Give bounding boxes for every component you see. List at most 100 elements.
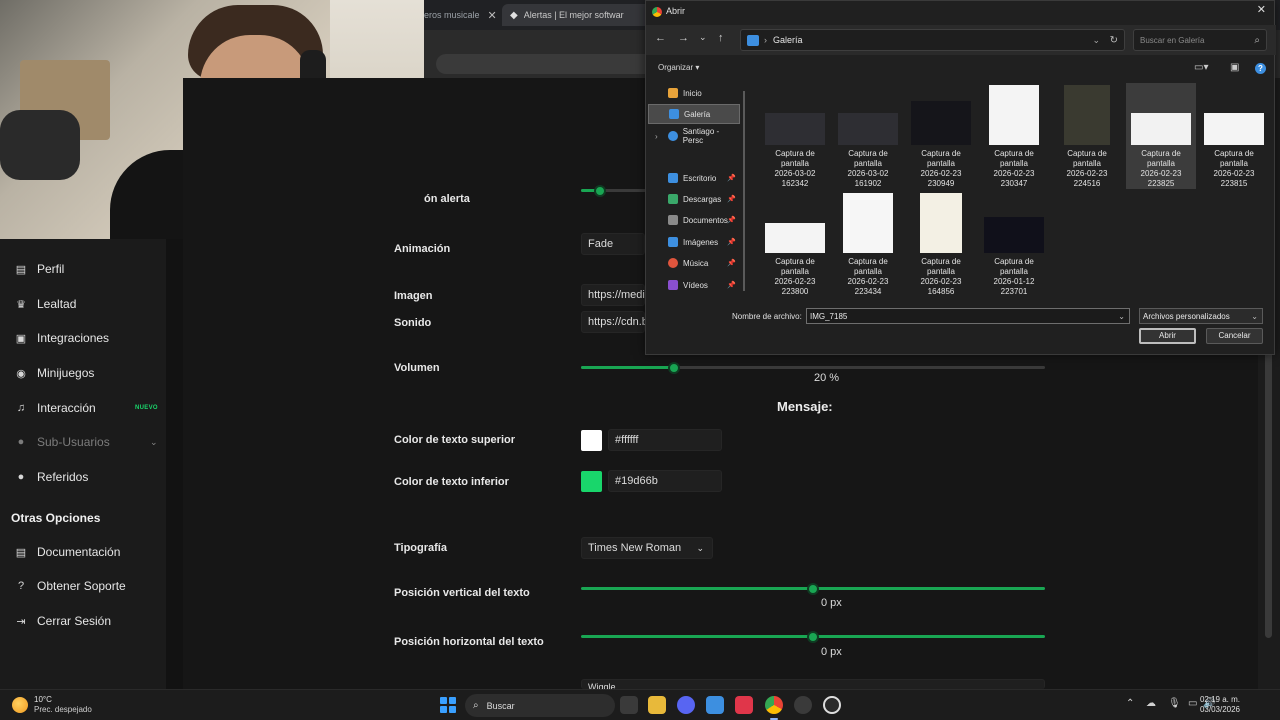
sidebar-item-sub-usuarios[interactable]: ● Sub-Usuarios ⌄ (0, 429, 166, 455)
duration-slider[interactable] (581, 189, 647, 192)
cancel-button[interactable]: Cancelar (1206, 328, 1263, 344)
file-item[interactable]: Captura de pantalla 2026-02-23 223434 (833, 191, 903, 297)
network-app-icon[interactable]: ☁ (1146, 698, 1156, 709)
sidebar-item-label: Perfil (37, 262, 65, 276)
chrome-icon[interactable] (765, 696, 783, 714)
volume-slider[interactable] (581, 366, 1045, 369)
nav-videos[interactable]: Vídeos 📌 (648, 275, 740, 295)
nav-inicio[interactable]: Inicio (648, 83, 740, 103)
sidebar-item-label: Referidos (37, 470, 89, 484)
expand-chevron-icon[interactable]: › (655, 132, 658, 141)
nav-galeria[interactable]: Galería (648, 104, 740, 124)
open-button[interactable]: Abrir (1139, 328, 1196, 344)
image-url-input[interactable]: https://medi (581, 284, 645, 306)
refresh-icon[interactable]: ↻ (1110, 35, 1118, 46)
weather-description: Prec. despejado (34, 705, 92, 714)
browser-tab[interactable]: eros musicale ✕ (424, 4, 497, 26)
bottom-color-swatch[interactable] (581, 471, 602, 492)
animation-select[interactable]: Fade (581, 233, 645, 255)
nav-musica[interactable]: Música 📌 (648, 253, 740, 273)
filename-input[interactable]: IMG_7185 ⌄ (806, 308, 1130, 324)
file-name: Captura de pantalla 2026-02-23 223800 (774, 257, 816, 296)
file-item-selected[interactable]: Captura de pantalla 2026-02-23 223825 (1126, 83, 1196, 189)
sound-url-input[interactable]: https://cdn.b (581, 311, 648, 333)
file-name: Captura de pantalla 2026-01-12 223701 (993, 257, 1035, 296)
navigation-pane-scrollbar[interactable] (743, 91, 745, 291)
close-icon[interactable]: ✕ (1257, 3, 1266, 16)
app-f-icon[interactable] (706, 696, 724, 714)
nav-descargas[interactable]: Descargas 📌 (648, 189, 740, 209)
file-thumbnail (1204, 113, 1264, 145)
nav-documentos[interactable]: Documentos 📌 (648, 210, 740, 230)
volume-value: 20 % (814, 372, 840, 384)
sidebar-item-perfil[interactable]: ▤ Perfil (0, 256, 166, 282)
file-item[interactable]: Captura de pantalla 2026-03-02 161902 (833, 83, 903, 189)
chevron-down-icon[interactable]: ⌄ (1092, 35, 1100, 46)
file-item[interactable]: Captura de pantalla 2026-02-23 230949 (906, 83, 976, 189)
forward-arrow-icon[interactable]: → (678, 32, 689, 44)
file-item[interactable]: Captura de pantalla 2026-02-23 223800 (760, 191, 830, 297)
chevron-down-icon[interactable]: ⌄ (1118, 312, 1125, 321)
windows-start-icon[interactable] (440, 697, 456, 713)
path-box[interactable]: › Galería ⌄ ↻ (740, 29, 1125, 51)
file-name: Captura de pantalla 2026-02-23 223825 (1140, 149, 1182, 188)
taskbar-date[interactable]: 03/03/2026 (1198, 705, 1240, 714)
music-folder-icon (668, 258, 678, 268)
browser-tab-active[interactable]: ◆ Alertas | El mejor software para (502, 4, 652, 26)
sidebar-item-label: Interacción (37, 401, 96, 415)
sidebar-item-cerrar-sesion[interactable]: ⇥ Cerrar Sesión (0, 608, 166, 634)
duration-slider-thumb[interactable] (594, 184, 606, 197)
sidebar-item-documentacion[interactable]: ▤ Documentación (0, 539, 166, 565)
tray-expand-icon[interactable]: ⌃ (1126, 698, 1134, 709)
sidebar-item-interaccion[interactable]: ♫ Interacción NUEVO (0, 395, 166, 421)
discord-icon[interactable] (677, 696, 695, 714)
recent-locations-icon[interactable]: ⌄ (699, 32, 707, 43)
file-thumbnail (920, 193, 962, 253)
back-arrow-icon[interactable]: ← (655, 32, 666, 44)
file-item[interactable]: Captura de pantalla 2026-02-23 224516 (1052, 83, 1122, 189)
nav-imagenes[interactable]: Imágenes 📌 (648, 232, 740, 252)
close-tab-icon[interactable]: ✕ (488, 9, 497, 22)
music-app-icon[interactable] (735, 696, 753, 714)
view-mode-icon[interactable]: ▭▾ (1194, 62, 1208, 73)
taskbar-time[interactable]: 02:19 a. m. (1198, 695, 1240, 704)
sidebar-item-integraciones[interactable]: ▣ Integraciones (0, 325, 166, 351)
sidebar-item-soporte[interactable]: ? Obtener Soporte (0, 573, 166, 599)
steam-icon[interactable] (794, 696, 812, 714)
top-color-input[interactable]: #ffffff (608, 429, 722, 451)
search-icon: ⌕ (1254, 34, 1260, 46)
task-view-icon[interactable] (620, 696, 638, 714)
file-name: Captura de pantalla 2026-03-02 162342 (774, 149, 816, 188)
file-item[interactable]: Captura de pantalla 2026-02-23 164856 (906, 191, 976, 297)
weather-sun-icon[interactable] (12, 697, 28, 713)
taskbar-search[interactable]: ⌕ Buscar (465, 694, 615, 717)
media-player-icon[interactable] (823, 696, 841, 714)
sidebar-item-referidos[interactable]: ● Referidos (0, 464, 166, 490)
file-item[interactable]: Captura de pantalla 2026-01-12 223701 (979, 191, 1049, 297)
breadcrumb-galeria[interactable]: Galería (773, 35, 803, 45)
bottom-color-input[interactable]: #19d66b (608, 470, 722, 492)
animation-style-select[interactable]: Wiggle (581, 679, 1045, 689)
file-item[interactable]: Captura de pantalla 2026-02-23 230347 (979, 83, 1049, 189)
microphone-icon[interactable]: 🎙 (1168, 698, 1181, 709)
file-explorer-icon[interactable] (648, 696, 666, 714)
display-icon[interactable]: ▭ (1188, 698, 1197, 709)
vertical-position-thumb[interactable] (807, 582, 819, 595)
dialog-search-input[interactable]: Buscar en Galería ⌕ (1133, 29, 1267, 51)
filetype-select[interactable]: Archivos personalizados ⌄ (1139, 308, 1263, 324)
file-item[interactable]: Captura de pantalla 2026-03-02 162342 (760, 83, 830, 189)
weather-temperature: 10°C (34, 695, 52, 704)
organize-menu[interactable]: Organizar ▾ (658, 63, 699, 72)
sidebar-item-lealtad[interactable]: ♛ Lealtad (0, 291, 166, 317)
help-icon[interactable]: ? (1255, 63, 1266, 74)
up-arrow-icon[interactable]: ↑ (718, 32, 724, 44)
volume-slider-thumb[interactable] (668, 361, 680, 374)
top-color-swatch[interactable] (581, 430, 602, 451)
file-item[interactable]: Captura de pantalla 2026-02-23 223815 (1199, 83, 1269, 189)
horizontal-position-thumb[interactable] (807, 630, 819, 643)
nav-escritorio[interactable]: Escritorio 📌 (648, 168, 740, 188)
font-select[interactable]: Times New Roman ⌄ (581, 537, 713, 559)
nav-onedrive[interactable]: › Santiago - Persc (648, 126, 740, 146)
sidebar-item-minijuegos[interactable]: ◉ Minijuegos (0, 360, 166, 386)
preview-pane-icon[interactable]: ▣ (1230, 62, 1239, 73)
